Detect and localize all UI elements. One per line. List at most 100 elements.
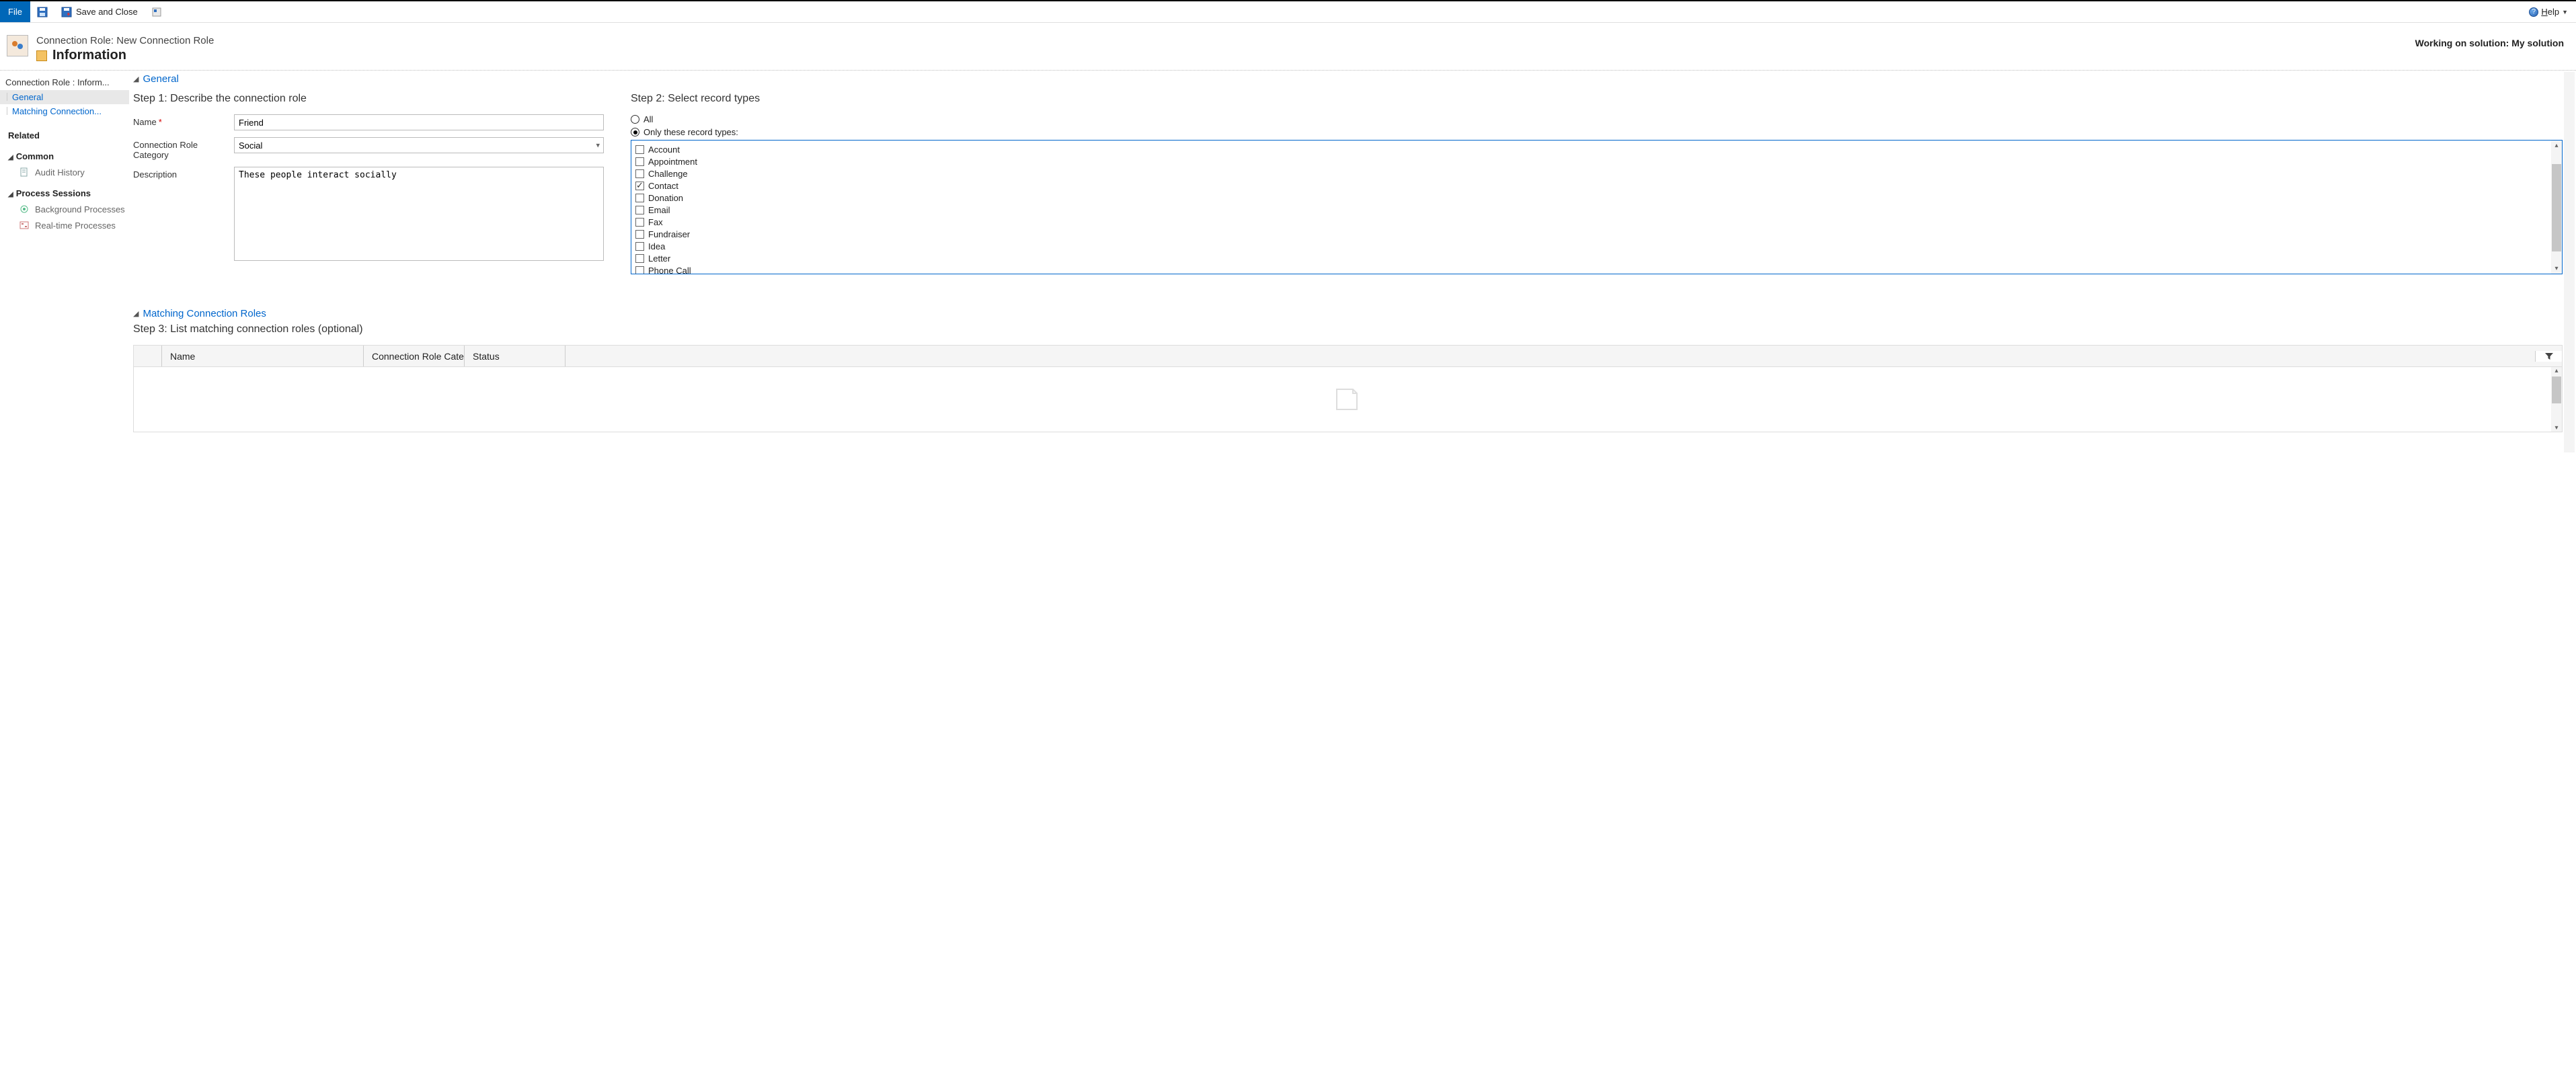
save-button[interactable] [30,1,54,22]
grid-select-all[interactable] [134,346,162,366]
content-area: ◢ General Step 1: Describe the connectio… [129,71,2576,459]
record-type-label: Donation [648,193,683,203]
record-type-label: Idea [648,241,665,251]
page-scrollbar[interactable] [2564,72,2575,452]
radio-icon [631,128,639,136]
record-type-item[interactable]: Appointment [635,155,2558,167]
nav-background-processes[interactable]: Background Processes [0,201,129,217]
grid-col-category[interactable]: Connection Role Cate... [364,346,465,366]
entity-icon [7,35,28,56]
file-menu-button[interactable]: File [0,1,30,22]
record-type-item[interactable]: Letter [635,252,2558,264]
record-type-label: Email [648,205,670,215]
record-type-item[interactable]: Contact [635,180,2558,192]
checkbox-icon [635,194,644,202]
record-type-label: Account [648,145,680,155]
record-type-label: Letter [648,253,670,264]
filter-icon [2544,351,2554,362]
grid-scrollbar[interactable]: ▴ ▾ [2551,367,2562,432]
record-type-label: Appointment [648,157,697,167]
nav-link-matching[interactable]: Matching Connection... [0,104,129,118]
checkbox-icon [635,242,644,251]
nav-audit-history[interactable]: Audit History [0,164,129,180]
process-icon [19,220,30,231]
record-type-item[interactable]: Account [635,143,2558,155]
checkbox-icon [635,254,644,263]
info-icon [36,50,47,61]
record-types-list: Account Appointment Challenge Contact Donati… [631,140,2563,274]
name-input[interactable] [234,114,604,130]
chevron-down-icon: ▼ [2562,9,2568,15]
help-icon: ? [2529,7,2538,17]
step2-title: Step 2: Select record types [631,93,2563,105]
grid-col-status[interactable]: Status [465,346,565,366]
page-header: Connection Role: New Connection Role Inf… [0,23,2576,71]
step1-panel: Step 1: Describe the connection role Nam… [133,89,604,274]
description-label: Description [133,167,234,180]
checkbox-icon [635,266,644,275]
nav-process-sessions-header[interactable]: ◢Process Sessions [0,180,129,201]
solution-label: Working on solution: My solution [2415,35,2564,48]
description-textarea[interactable] [234,167,604,261]
record-type-label: Fax [648,217,663,227]
matching-roles-grid: Name Connection Role Cate... Status [133,345,2563,432]
nav-related-header: Related [0,118,129,143]
save-and-close-button[interactable]: Save and Close [54,1,145,22]
checkbox-icon [635,182,644,190]
page-title: Information [52,48,126,63]
section-header-matching[interactable]: ◢ Matching Connection Roles [133,308,2563,319]
record-type-label: Phone Call [648,266,691,275]
breadcrumb: Connection Role: New Connection Role [36,35,2415,46]
empty-placeholder-icon [1331,384,1365,415]
record-type-item[interactable]: Fax [635,216,2558,228]
name-label: Name* [133,114,234,127]
list-scrollbar[interactable]: ▴ ▾ [2551,141,2562,274]
grid-col-spacer [565,346,2535,366]
record-type-item[interactable]: Email [635,204,2558,216]
grid-col-name[interactable]: Name [162,346,364,366]
scroll-down-icon[interactable]: ▾ [2554,264,2558,274]
step1-title: Step 1: Describe the connection role [133,93,604,105]
radio-icon [631,115,639,124]
document-icon [19,167,30,177]
record-type-item[interactable]: Phone Call [635,264,2558,274]
collapse-icon: ◢ [133,309,139,318]
save-close-icon [61,7,72,17]
record-type-label: Challenge [648,169,688,179]
checkbox-icon [635,230,644,239]
left-nav-title: Connection Role : Inform... [0,73,129,90]
section-header-general[interactable]: ◢ General [133,73,2563,85]
checkbox-icon [635,169,644,178]
record-type-label: Fundraiser [648,229,690,239]
step3-title: Step 3: List matching connection roles (… [133,323,2563,335]
nav-link-general[interactable]: General [0,90,129,104]
radio-all[interactable]: All [631,114,2563,124]
category-label: Connection Role Category [133,137,234,160]
toolbar-extra-button[interactable] [145,1,169,22]
scroll-up-icon[interactable]: ▴ [2554,141,2558,151]
record-type-item[interactable]: Fundraiser [635,228,2558,240]
checkbox-icon [635,218,644,227]
help-menu[interactable]: ? Help ▼ [2521,7,2576,17]
record-type-item[interactable]: Idea [635,240,2558,252]
collapse-icon: ◢ [133,75,139,83]
help-label: Help [2541,7,2559,17]
save-close-label: Save and Close [76,7,138,17]
top-toolbar: File Save and Close ? Help ▼ [0,0,2576,23]
save-icon [37,7,48,17]
scroll-thumb[interactable] [2552,377,2561,403]
left-nav: Connection Role : Inform... General Matc… [0,71,129,459]
record-type-item[interactable]: Challenge [635,167,2558,180]
scroll-thumb[interactable] [2552,164,2561,251]
radio-only-these[interactable]: Only these record types: [631,127,2563,137]
checkbox-icon [635,145,644,154]
nav-realtime-processes[interactable]: Real-time Processes [0,217,129,233]
record-type-label: Contact [648,181,678,191]
grid-header: Name Connection Role Cate... Status [134,346,2562,367]
action-icon [151,7,162,17]
nav-common-header[interactable]: ◢Common [0,143,129,164]
grid-body: ▴ ▾ [134,367,2562,432]
grid-filter-button[interactable] [2535,351,2562,362]
category-select[interactable] [234,137,604,153]
record-type-item[interactable]: Donation [635,192,2558,204]
